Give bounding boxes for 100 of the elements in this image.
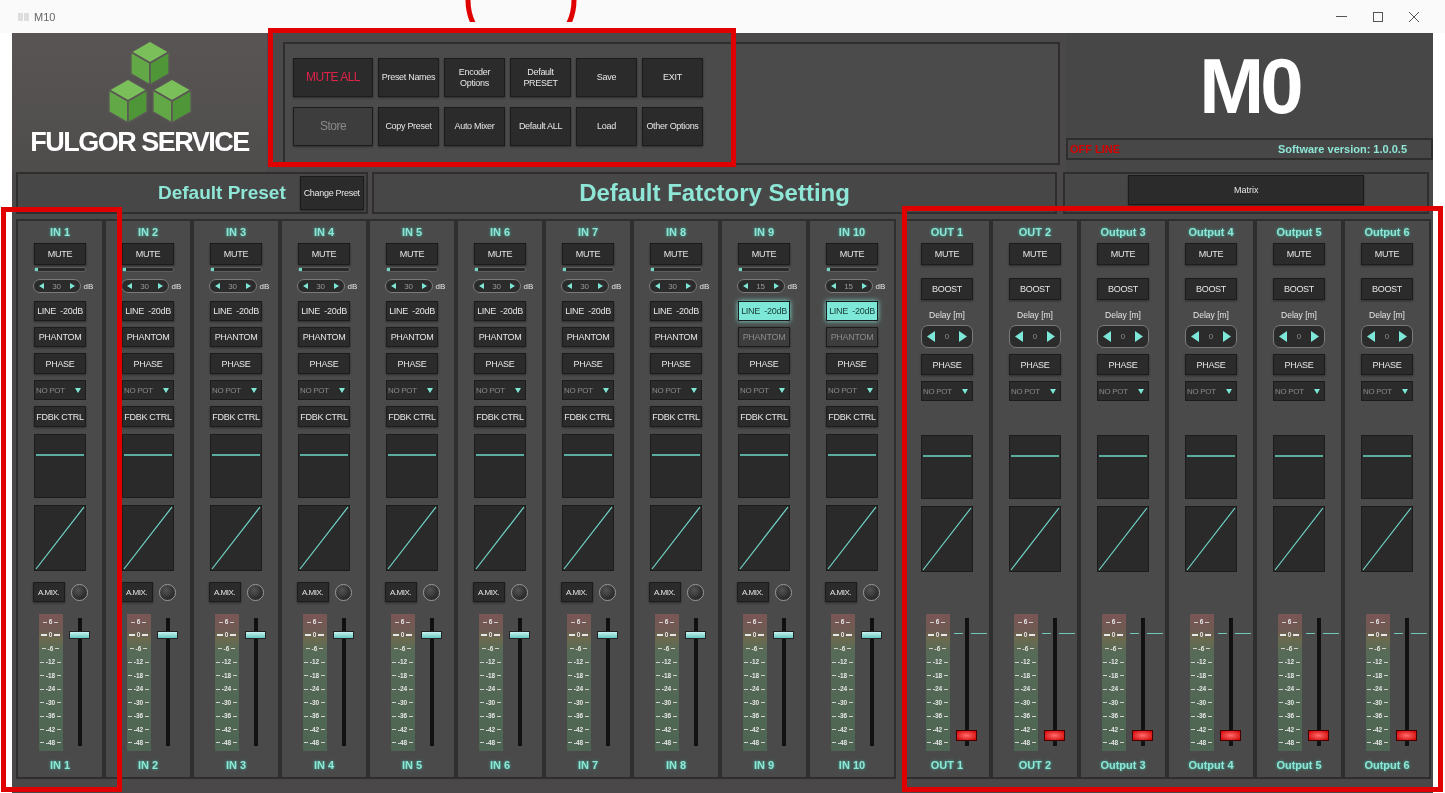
fader-thumb[interactable] (1043, 730, 1065, 742)
right-arrow-icon[interactable] (861, 283, 867, 289)
right-arrow-icon[interactable] (1135, 331, 1143, 342)
fader-thumb[interactable] (772, 630, 794, 639)
phantom-button[interactable]: PHANTOM (122, 327, 174, 347)
phase-button[interactable]: PHASE (1185, 354, 1237, 375)
feedback-control-button[interactable]: FDBK CTRL (122, 406, 174, 427)
line-pad-button[interactable]: LINE -20dB (650, 301, 702, 321)
phase-button[interactable]: PHASE (34, 353, 86, 374)
line-pad-button[interactable]: LINE -20dB (562, 301, 614, 321)
right-arrow-icon[interactable] (685, 283, 691, 289)
phase-button[interactable]: PHASE (921, 354, 973, 375)
phase-button[interactable]: PHASE (298, 353, 350, 374)
mute-button[interactable]: MUTE (921, 243, 973, 265)
fader-thumb[interactable] (1395, 730, 1417, 742)
fader-thumb[interactable] (1307, 730, 1329, 742)
gain-spinner[interactable]: 30 (32, 279, 81, 293)
phase-button[interactable]: PHASE (474, 353, 526, 374)
feedback-control-button[interactable]: FDBK CTRL (738, 406, 790, 427)
delay-spinner[interactable]: 0 (1273, 325, 1325, 348)
mute-button[interactable]: MUTE (1185, 243, 1237, 265)
left-arrow-icon[interactable] (1367, 331, 1375, 342)
phantom-button[interactable]: PHANTOM (298, 327, 350, 347)
mute-button[interactable]: MUTE (738, 243, 790, 265)
pot-dropdown[interactable]: NO POT (826, 380, 878, 400)
gain-spinner[interactable]: 30 (472, 279, 521, 293)
right-arrow-icon[interactable] (1223, 331, 1231, 342)
left-arrow-icon[interactable] (1103, 331, 1111, 342)
delay-spinner[interactable]: 0 (1009, 325, 1061, 348)
phantom-button[interactable]: PHANTOM (210, 327, 262, 347)
boost-button[interactable]: BOOST (1361, 278, 1413, 300)
pot-dropdown[interactable]: NO POT (1361, 381, 1413, 401)
pot-dropdown[interactable]: NO POT (34, 380, 86, 400)
left-arrow-icon[interactable] (126, 283, 132, 289)
maximize-icon[interactable] (1373, 11, 1383, 22)
fader-thumb[interactable] (1131, 730, 1153, 742)
right-arrow-icon[interactable] (773, 283, 779, 289)
fader-thumb[interactable] (156, 630, 178, 639)
pot-dropdown[interactable]: NO POT (562, 380, 614, 400)
toolbar-button[interactable]: Load (576, 107, 637, 146)
left-arrow-icon[interactable] (1279, 331, 1287, 342)
boost-button[interactable]: BOOST (1009, 278, 1061, 300)
fader-thumb[interactable] (684, 630, 706, 639)
toolbar-button[interactable]: Preset Names (378, 58, 439, 97)
phase-button[interactable]: PHASE (210, 353, 262, 374)
phase-button[interactable]: PHASE (1361, 354, 1413, 375)
close-icon[interactable] (1409, 11, 1419, 22)
auto-mix-button[interactable]: A.MIX. (648, 582, 681, 602)
gain-spinner[interactable]: 30 (296, 279, 345, 293)
line-pad-button[interactable]: LINE -20dB (210, 301, 262, 321)
mute-button[interactable]: MUTE (210, 243, 262, 265)
boost-button[interactable]: BOOST (1097, 278, 1149, 300)
delay-spinner[interactable]: 0 (1361, 325, 1413, 348)
auto-mix-button[interactable]: A.MIX. (296, 582, 329, 602)
right-arrow-icon[interactable] (245, 283, 251, 289)
fader-thumb[interactable] (420, 630, 442, 639)
delay-spinner[interactable]: 0 (1185, 325, 1237, 348)
feedback-control-button[interactable]: FDBK CTRL (650, 406, 702, 427)
toolbar-button[interactable]: Copy Preset (378, 107, 439, 146)
toolbar-button[interactable]: Save (576, 58, 637, 97)
phantom-button[interactable]: PHANTOM (474, 327, 526, 347)
pot-dropdown[interactable]: NO POT (650, 380, 702, 400)
toolbar-button[interactable]: Auto Mixer (444, 107, 505, 146)
feedback-control-button[interactable]: FDBK CTRL (34, 406, 86, 427)
phantom-button[interactable]: PHANTOM (34, 327, 86, 347)
pot-dropdown[interactable]: NO POT (122, 380, 174, 400)
left-arrow-icon[interactable] (302, 283, 308, 289)
left-arrow-icon[interactable] (390, 283, 396, 289)
mute-button[interactable]: MUTE (474, 243, 526, 265)
left-arrow-icon[interactable] (566, 283, 572, 289)
auto-mix-button[interactable]: A.MIX. (208, 582, 241, 602)
left-arrow-icon[interactable] (38, 283, 44, 289)
phase-button[interactable]: PHASE (386, 353, 438, 374)
line-pad-button[interactable]: LINE -20dB (34, 301, 86, 321)
pot-dropdown[interactable]: NO POT (474, 380, 526, 400)
mute-button[interactable]: MUTE (122, 243, 174, 265)
gain-spinner[interactable]: 15 (736, 279, 785, 293)
fader-thumb[interactable] (596, 630, 618, 639)
fader-thumb[interactable] (68, 630, 90, 639)
fader-thumb[interactable] (508, 630, 530, 639)
gain-spinner[interactable]: 30 (384, 279, 433, 293)
feedback-control-button[interactable]: FDBK CTRL (386, 406, 438, 427)
mute-button[interactable]: MUTE (386, 243, 438, 265)
toolbar-button[interactable]: Default PRESET (510, 58, 571, 97)
phantom-button[interactable]: PHANTOM (562, 327, 614, 347)
change-preset-button[interactable]: Change Preset (299, 176, 364, 210)
right-arrow-icon[interactable] (1399, 331, 1407, 342)
pot-dropdown[interactable]: NO POT (1185, 381, 1237, 401)
fader-thumb[interactable] (244, 630, 266, 639)
phase-button[interactable]: PHASE (650, 353, 702, 374)
auto-mix-button[interactable]: A.MIX. (472, 582, 505, 602)
auto-mix-button[interactable]: A.MIX. (736, 582, 769, 602)
line-pad-button[interactable]: LINE -20dB (386, 301, 438, 321)
phase-button[interactable]: PHASE (1097, 354, 1149, 375)
fader-thumb[interactable] (1219, 730, 1241, 742)
boost-button[interactable]: BOOST (1273, 278, 1325, 300)
line-pad-button[interactable]: LINE -20dB (122, 301, 174, 321)
delay-spinner[interactable]: 0 (921, 325, 973, 348)
feedback-control-button[interactable]: FDBK CTRL (826, 406, 878, 427)
matrix-button[interactable]: Matrix (1128, 175, 1365, 205)
